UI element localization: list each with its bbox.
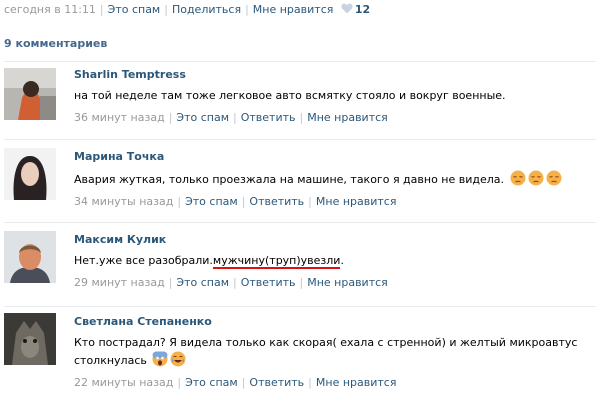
likes-count: 12 xyxy=(354,3,371,16)
separator: | xyxy=(245,3,249,16)
comment-meta: 36 минут назад | Это спам | Ответить | Мне нра… xyxy=(74,111,388,124)
separator: | xyxy=(168,111,173,124)
comment-text-prefix: Нет.уже все разобрали. xyxy=(74,254,213,267)
comment-author[interactable]: Sharlin Temptress xyxy=(74,68,186,81)
pensive-face-icon xyxy=(510,170,526,186)
comment-author[interactable]: Марина Точка xyxy=(74,150,164,163)
heart-icon[interactable] xyxy=(341,3,353,14)
comment-text: Авария жуткая, только проезжала на машин… xyxy=(74,170,579,188)
spam-link[interactable]: Это спам xyxy=(185,376,238,389)
reply-link[interactable]: Ответить xyxy=(241,111,296,124)
separator: | xyxy=(299,111,304,124)
pensive-face-icon xyxy=(528,170,544,186)
separator: | xyxy=(241,195,246,208)
like-link[interactable]: Мне нравится xyxy=(316,376,397,389)
comment-item: Светлана Степаненко Кто пострадал? Я вид… xyxy=(0,307,600,399)
comment-time[interactable]: 36 минут назад xyxy=(74,111,165,124)
comment-time[interactable]: 22 минуты назад xyxy=(74,376,173,389)
comment-time[interactable]: 29 минут назад xyxy=(74,276,165,289)
separator: | xyxy=(177,376,182,389)
post-time[interactable]: сегодня в 11:11 xyxy=(4,3,96,16)
separator: | xyxy=(164,3,168,16)
spam-link[interactable]: Это спам xyxy=(176,111,229,124)
comment-item: Максим Кулик Нет.уже все разобрали.мужчи… xyxy=(0,223,600,301)
post-action-bar: сегодня в 11:11 | Это спам | Поделиться | Мне … xyxy=(4,2,370,18)
screaming-face-icon xyxy=(152,351,168,367)
separator: | xyxy=(241,376,246,389)
pensive-face-icon xyxy=(546,170,562,186)
comment-text: Нет.уже все разобрали.мужчину(труп)увезл… xyxy=(74,253,579,269)
comment-text-body: Кто пострадал? Я видела только как скора… xyxy=(74,336,578,367)
comment-text: Кто пострадал? Я видела только как скора… xyxy=(74,335,579,369)
comment-author[interactable]: Светлана Степаненко xyxy=(74,315,212,328)
reply-link[interactable]: Ответить xyxy=(249,376,304,389)
crying-face-icon xyxy=(170,351,186,367)
avatar[interactable] xyxy=(4,148,56,200)
comment-meta: 34 минуты назад | Это спам | Ответить | Мне нр… xyxy=(74,195,396,208)
like-link[interactable]: Мне нравится xyxy=(307,276,388,289)
comment-meta: 29 минут назад | Это спам | Ответить | Мне нра… xyxy=(74,276,388,289)
avatar[interactable] xyxy=(4,313,56,365)
comment-meta: 22 минуты назад | Это спам | Ответить | Мне нр… xyxy=(74,376,396,389)
reply-link[interactable]: Ответить xyxy=(249,195,304,208)
spam-link[interactable]: Это спам xyxy=(176,276,229,289)
comment-item: Sharlin Temptress на той неделе там тоже… xyxy=(0,62,600,140)
comment-author[interactable]: Максим Кулик xyxy=(74,233,166,246)
avatar[interactable] xyxy=(4,231,56,283)
comment-time[interactable]: 34 минуты назад xyxy=(74,195,173,208)
separator: | xyxy=(177,195,182,208)
separator: | xyxy=(233,276,237,289)
separator: | xyxy=(308,195,312,208)
comment-text-underlined: мужчину(труп)увезли xyxy=(212,254,341,269)
comment-item: Марина Точка Авария жуткая, только проез… xyxy=(0,140,600,218)
separator: | xyxy=(299,276,304,289)
share-link[interactable]: Поделиться xyxy=(172,3,241,16)
separator: | xyxy=(99,3,104,16)
like-link[interactable]: Мне нравится xyxy=(316,195,397,208)
separator: | xyxy=(308,376,312,389)
separator: | xyxy=(233,111,237,124)
comments-count: 9 комментариев xyxy=(4,37,108,50)
spam-link[interactable]: Это спам xyxy=(185,195,238,208)
like-link[interactable]: Мне нравится xyxy=(307,111,388,124)
like-link[interactable]: Мне нравится xyxy=(253,3,334,16)
comment-text-body: Авария жуткая, только проезжала на машин… xyxy=(74,173,505,186)
comment-text-suffix: . xyxy=(340,254,344,267)
separator: | xyxy=(168,276,173,289)
reply-link[interactable]: Ответить xyxy=(241,276,296,289)
avatar[interactable] xyxy=(4,68,56,120)
spam-link[interactable]: Это спам xyxy=(108,3,161,16)
comment-text: на той неделе там тоже легковое авто всм… xyxy=(74,89,506,102)
